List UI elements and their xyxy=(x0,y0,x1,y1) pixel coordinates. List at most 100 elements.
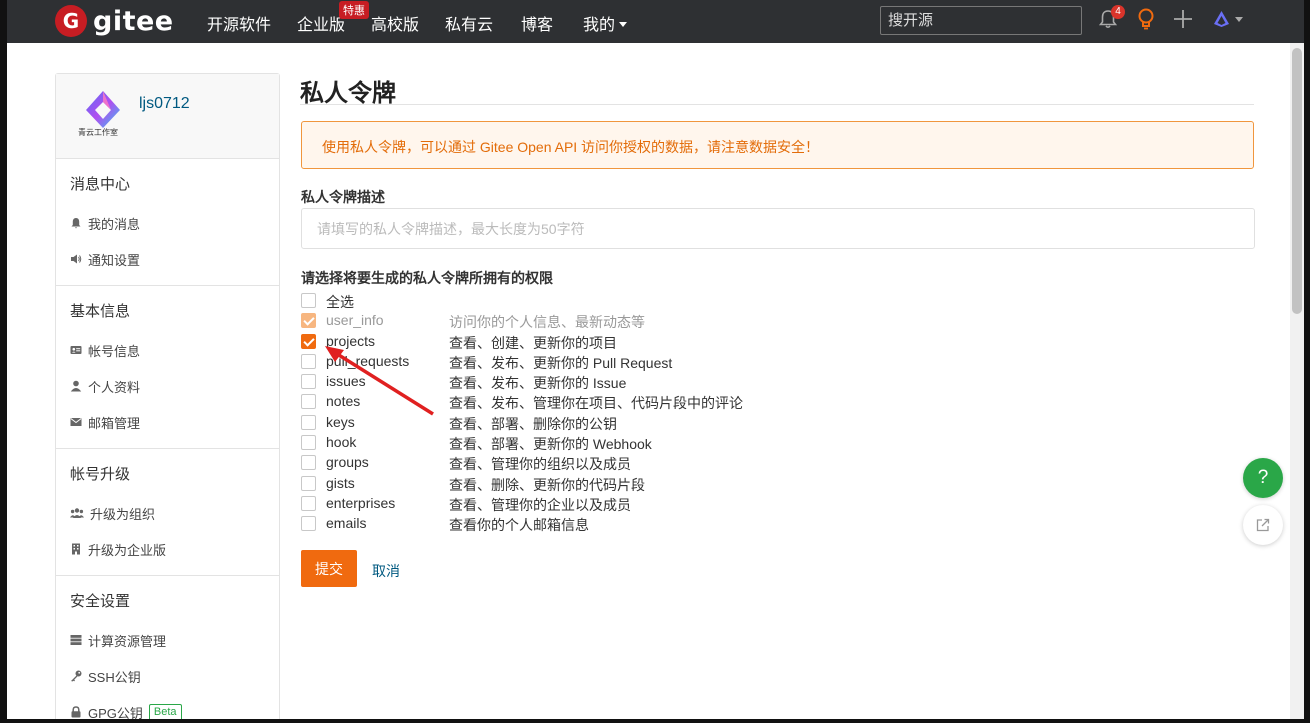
sidebar-item-my-messages[interactable]: 我的消息 xyxy=(56,205,279,241)
feedback-button[interactable] xyxy=(1243,505,1283,545)
permission-description: 查看你的个人邮箱信息 xyxy=(449,517,589,534)
scrollbar-thumb[interactable] xyxy=(1292,48,1302,314)
submit-button[interactable]: 提交 xyxy=(301,550,357,587)
sidebar-item-upgrade-enterprise[interactable]: 升级为企业版 xyxy=(56,531,279,567)
settings-sidebar: 青云工作室 ljs0712 消息中心 我的消息 通知设置 基本信息 帐号信息 个… xyxy=(55,73,280,723)
permission-description: 查看、管理你的组织以及成员 xyxy=(449,456,631,473)
permission-description: 查看、发布、更新你的 Issue xyxy=(449,375,627,392)
title-divider xyxy=(300,104,1254,105)
plus-icon[interactable] xyxy=(1173,9,1193,29)
permission-checkbox[interactable] xyxy=(301,353,316,369)
sidebar-item-label: SSH公钥 xyxy=(88,669,141,685)
username-link[interactable]: ljs0712 xyxy=(139,95,190,113)
id-card-icon xyxy=(70,346,82,354)
user-avatar-icon[interactable] xyxy=(1213,10,1230,28)
promo-badge: 特惠 xyxy=(339,1,369,19)
section-heading: 安全设置 xyxy=(70,593,131,610)
page-title: 私人令牌 xyxy=(300,80,396,107)
permission-checkbox[interactable] xyxy=(301,516,316,532)
sidebar-item-label: 帐号信息 xyxy=(88,343,141,359)
permission-description: 查看、创建、更新你的项目 xyxy=(449,334,617,351)
permission-checkbox[interactable] xyxy=(301,414,316,430)
permission-checkbox[interactable] xyxy=(301,475,316,491)
permission-checkbox[interactable] xyxy=(301,495,316,511)
user-menu-chevron-icon[interactable] xyxy=(1235,17,1243,22)
token-description-input[interactable] xyxy=(301,208,1255,249)
key-icon xyxy=(71,670,82,682)
permission-row-gists[interactable]: gists 查看、删除、更新你的代码片段 xyxy=(301,473,901,493)
lock-icon xyxy=(71,706,81,718)
permission-row-hook[interactable]: hook 查看、部署、更新你的 Webhook xyxy=(301,432,901,452)
token-description-label: 私人令牌描述 xyxy=(301,189,385,205)
permission-description: 查看、发布、管理你在项目、代码片段中的评论 xyxy=(449,395,743,412)
permission-description: 查看、部署、更新你的 Webhook xyxy=(449,436,652,453)
sidebar-item-notification-settings[interactable]: 通知设置 xyxy=(56,241,279,277)
sidebar-item-label: 邮箱管理 xyxy=(88,415,141,431)
chevron-down-icon xyxy=(619,22,628,27)
permission-description: 查看、部署、删除你的公钥 xyxy=(449,415,617,432)
permission-row-enterprises[interactable]: enterprises 查看、管理你的企业以及成员 xyxy=(301,493,901,513)
section-basic-info: 基本信息 帐号信息 个人资料 邮箱管理 xyxy=(56,286,279,449)
section-account-upgrade: 帐号升级 升级为组织 升级为企业版 xyxy=(56,449,279,576)
gitee-logo[interactable]: G gitee xyxy=(55,5,174,37)
sidebar-item-email[interactable]: 邮箱管理 xyxy=(56,404,279,440)
cancel-link[interactable]: 取消 xyxy=(372,561,400,581)
select-all-row[interactable]: 全选 xyxy=(301,290,901,310)
security-notice: 使用私人令牌，可以通过 Gitee Open API 访问你授权的数据，请注意数… xyxy=(301,121,1254,169)
sidebar-item-profile[interactable]: 个人资料 xyxy=(56,368,279,404)
window-frame-bottom xyxy=(0,719,1310,723)
building-icon xyxy=(72,543,80,555)
sidebar-item-compute-resources[interactable]: 计算资源管理 xyxy=(56,622,279,658)
permission-checkbox[interactable] xyxy=(301,333,316,349)
permission-row-user-info[interactable]: user_info 访问你的个人信息、最新动态等 xyxy=(301,310,901,330)
nav-university[interactable]: 高校版 xyxy=(371,11,419,35)
logo-text: gitee xyxy=(93,5,174,37)
sidebar-item-account-info[interactable]: 帐号信息 xyxy=(56,332,279,368)
sidebar-item-ssh-keys[interactable]: SSH公钥 xyxy=(56,658,279,694)
nav-private-cloud[interactable]: 私有云 xyxy=(445,11,493,35)
notification-count-badge: 4 xyxy=(1111,5,1125,19)
nav-open-source[interactable]: 开源软件 xyxy=(207,11,271,35)
profile-card: 青云工作室 ljs0712 xyxy=(56,74,279,159)
group-icon xyxy=(70,508,84,518)
section-messages: 消息中心 我的消息 通知设置 xyxy=(56,159,279,286)
permissions-label: 请选择将要生成的私人令牌所拥有的权限 xyxy=(301,270,553,286)
permission-description: 查看、发布、更新你的 Pull Request xyxy=(449,354,673,371)
select-all-checkbox[interactable] xyxy=(301,293,316,308)
permission-name: hook xyxy=(326,434,357,451)
help-button[interactable]: ? xyxy=(1243,458,1283,498)
permission-checkbox xyxy=(301,313,316,329)
permission-name: gists xyxy=(326,474,355,491)
sidebar-item-label: 升级为组织 xyxy=(90,506,156,522)
section-security: 安全设置 计算资源管理 SSH公钥 GPG公钥 Beta xyxy=(56,576,279,723)
sidebar-item-label: 我的消息 xyxy=(88,216,141,232)
permission-row-emails[interactable]: emails 查看你的个人邮箱信息 xyxy=(301,513,901,533)
section-heading: 消息中心 xyxy=(70,176,131,193)
annotation-arrow-icon xyxy=(325,346,434,416)
nav-mine[interactable]: 我的 xyxy=(583,11,628,35)
permission-checkbox[interactable] xyxy=(301,394,316,410)
permission-checkbox[interactable] xyxy=(301,455,316,471)
sidebar-item-label: 升级为企业版 xyxy=(88,542,167,558)
sidebar-item-upgrade-organization[interactable]: 升级为组织 xyxy=(56,495,279,531)
permission-description: 查看、管理你的企业以及成员 xyxy=(449,496,631,513)
speaker-icon xyxy=(71,254,82,264)
avatar-caption: 青云工作室 xyxy=(78,128,118,137)
sidebar-item-label: 个人资料 xyxy=(88,379,141,395)
permission-name: groups xyxy=(326,454,369,471)
select-all-label: 全选 xyxy=(326,294,354,310)
sidebar-item-label: 通知设置 xyxy=(88,252,141,268)
permission-name: enterprises xyxy=(326,494,396,511)
permission-checkbox[interactable] xyxy=(301,374,316,390)
window-frame-left xyxy=(0,0,7,723)
nav-blog[interactable]: 博客 xyxy=(521,11,553,35)
top-navbar: G gitee 开源软件 企业版 特惠 高校版 私有云 博客 我的 4 xyxy=(7,0,1304,43)
bell-icon xyxy=(71,218,81,229)
nav-enterprise[interactable]: 企业版 xyxy=(297,11,345,35)
permission-checkbox[interactable] xyxy=(301,435,316,451)
user-icon xyxy=(70,380,82,392)
lightbulb-icon[interactable] xyxy=(1137,8,1155,30)
permission-row-groups[interactable]: groups 查看、管理你的组织以及成员 xyxy=(301,452,901,472)
search-input[interactable] xyxy=(880,6,1082,35)
sidebar-item-label: 计算资源管理 xyxy=(88,633,167,649)
